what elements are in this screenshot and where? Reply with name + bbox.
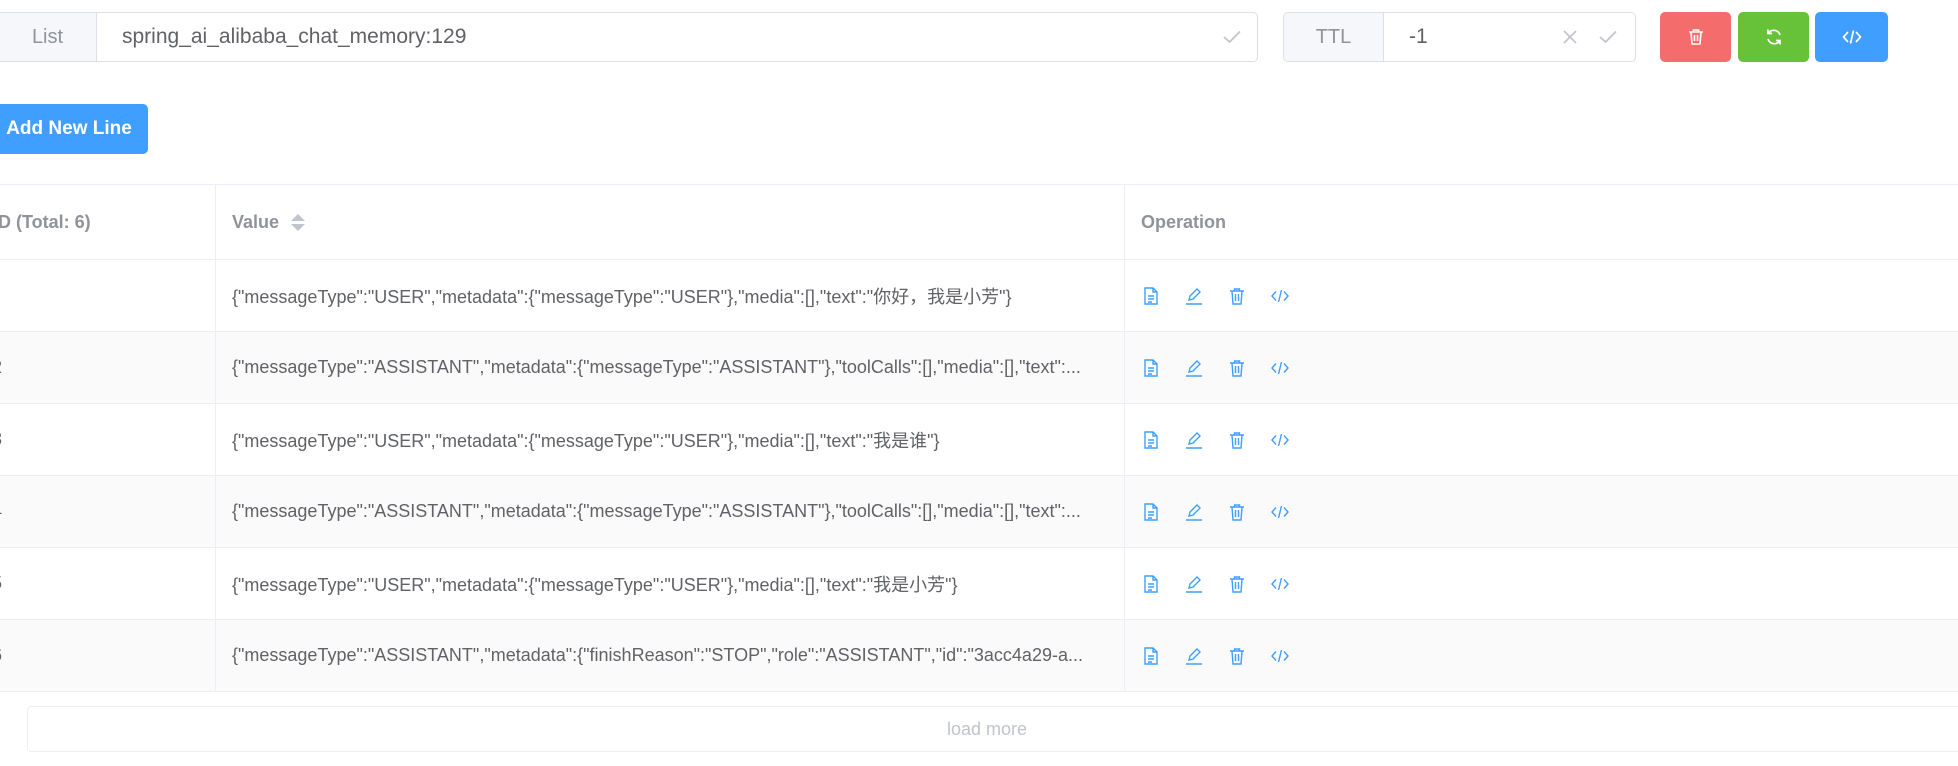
document-icon[interactable] <box>1141 646 1161 666</box>
key-name-input-group: List spring_ai_alibaba_chat_memory:129 <box>0 12 1258 62</box>
trash-icon[interactable] <box>1227 286 1247 306</box>
confirm-key-icon[interactable] <box>1207 13 1257 61</box>
table-row: 6 {"messageType":"ASSISTANT","metadata":… <box>0 620 1958 692</box>
table-row: {"messageType":"USER","metadata":{"messa… <box>0 260 1958 332</box>
table-header: D (Total: 6) Value Operation <box>0 185 1958 260</box>
edit-icon[interactable] <box>1184 574 1204 594</box>
refresh-button[interactable] <box>1738 12 1809 62</box>
key-type-label: List <box>0 13 97 61</box>
code-icon[interactable] <box>1270 358 1290 378</box>
code-icon[interactable] <box>1270 430 1290 450</box>
operation-column-header: Operation <box>1141 211 1227 232</box>
trash-icon[interactable] <box>1227 358 1247 378</box>
value-column-header: Value <box>232 211 280 232</box>
document-icon[interactable] <box>1141 502 1161 522</box>
row-value: {"messageType":"ASSISTANT","metadata":{"… <box>232 501 1081 521</box>
row-id: 5 <box>0 573 2 594</box>
code-icon[interactable] <box>1270 286 1290 306</box>
key-name-input[interactable]: spring_ai_alibaba_chat_memory:129 <box>97 13 1207 61</box>
trash-icon <box>1687 28 1705 46</box>
trash-icon[interactable] <box>1227 430 1247 450</box>
sort-caret-icon[interactable] <box>291 213 306 231</box>
code-icon[interactable] <box>1270 646 1290 666</box>
row-value: {"messageType":"USER","metadata":{"messa… <box>232 286 1012 307</box>
document-icon[interactable] <box>1141 430 1161 450</box>
edit-icon[interactable] <box>1184 430 1204 450</box>
confirm-ttl-icon[interactable] <box>1599 30 1617 44</box>
trash-icon[interactable] <box>1227 574 1247 594</box>
load-more-button[interactable]: load more <box>27 706 1958 752</box>
trash-icon[interactable] <box>1227 502 1247 522</box>
code-icon[interactable] <box>1270 574 1290 594</box>
code-icon <box>1841 29 1862 45</box>
row-id: 4 <box>0 501 2 522</box>
edit-icon[interactable] <box>1184 358 1204 378</box>
refresh-icon <box>1765 28 1783 46</box>
edit-icon[interactable] <box>1184 502 1204 522</box>
document-icon[interactable] <box>1141 574 1161 594</box>
row-value: {"messageType":"ASSISTANT","metadata":{"… <box>232 645 1083 665</box>
clear-ttl-icon[interactable] <box>1563 30 1577 44</box>
trash-icon[interactable] <box>1227 646 1247 666</box>
document-icon[interactable] <box>1141 358 1161 378</box>
ttl-label: TTL <box>1284 13 1384 61</box>
row-value: {"messageType":"USER","metadata":{"messa… <box>232 430 940 451</box>
view-code-button[interactable] <box>1815 12 1888 62</box>
edit-icon[interactable] <box>1184 286 1204 306</box>
row-value: {"messageType":"ASSISTANT","metadata":{"… <box>232 357 1081 377</box>
row-id: 2 <box>0 357 2 378</box>
code-icon[interactable] <box>1270 502 1290 522</box>
table-row: 2 {"messageType":"ASSISTANT","metadata":… <box>0 332 1958 404</box>
table-row: 5 {"messageType":"USER","metadata":{"mes… <box>0 548 1958 620</box>
ttl-input[interactable]: -1 <box>1384 13 1563 61</box>
row-id: 6 <box>0 645 2 666</box>
add-new-line-button[interactable]: Add New Line <box>0 104 148 154</box>
ttl-input-group: TTL -1 <box>1283 12 1636 62</box>
row-id: 3 <box>0 429 2 450</box>
delete-key-button[interactable] <box>1660 12 1731 62</box>
id-column-header: D (Total: 6) <box>0 211 91 232</box>
list-table: D (Total: 6) Value Operation {"messageTy… <box>0 184 1958 692</box>
edit-icon[interactable] <box>1184 646 1204 666</box>
table-row: 3 {"messageType":"USER","metadata":{"mes… <box>0 404 1958 476</box>
row-value: {"messageType":"USER","metadata":{"messa… <box>232 574 958 595</box>
document-icon[interactable] <box>1141 286 1161 306</box>
table-row: 4 {"messageType":"ASSISTANT","metadata":… <box>0 476 1958 548</box>
